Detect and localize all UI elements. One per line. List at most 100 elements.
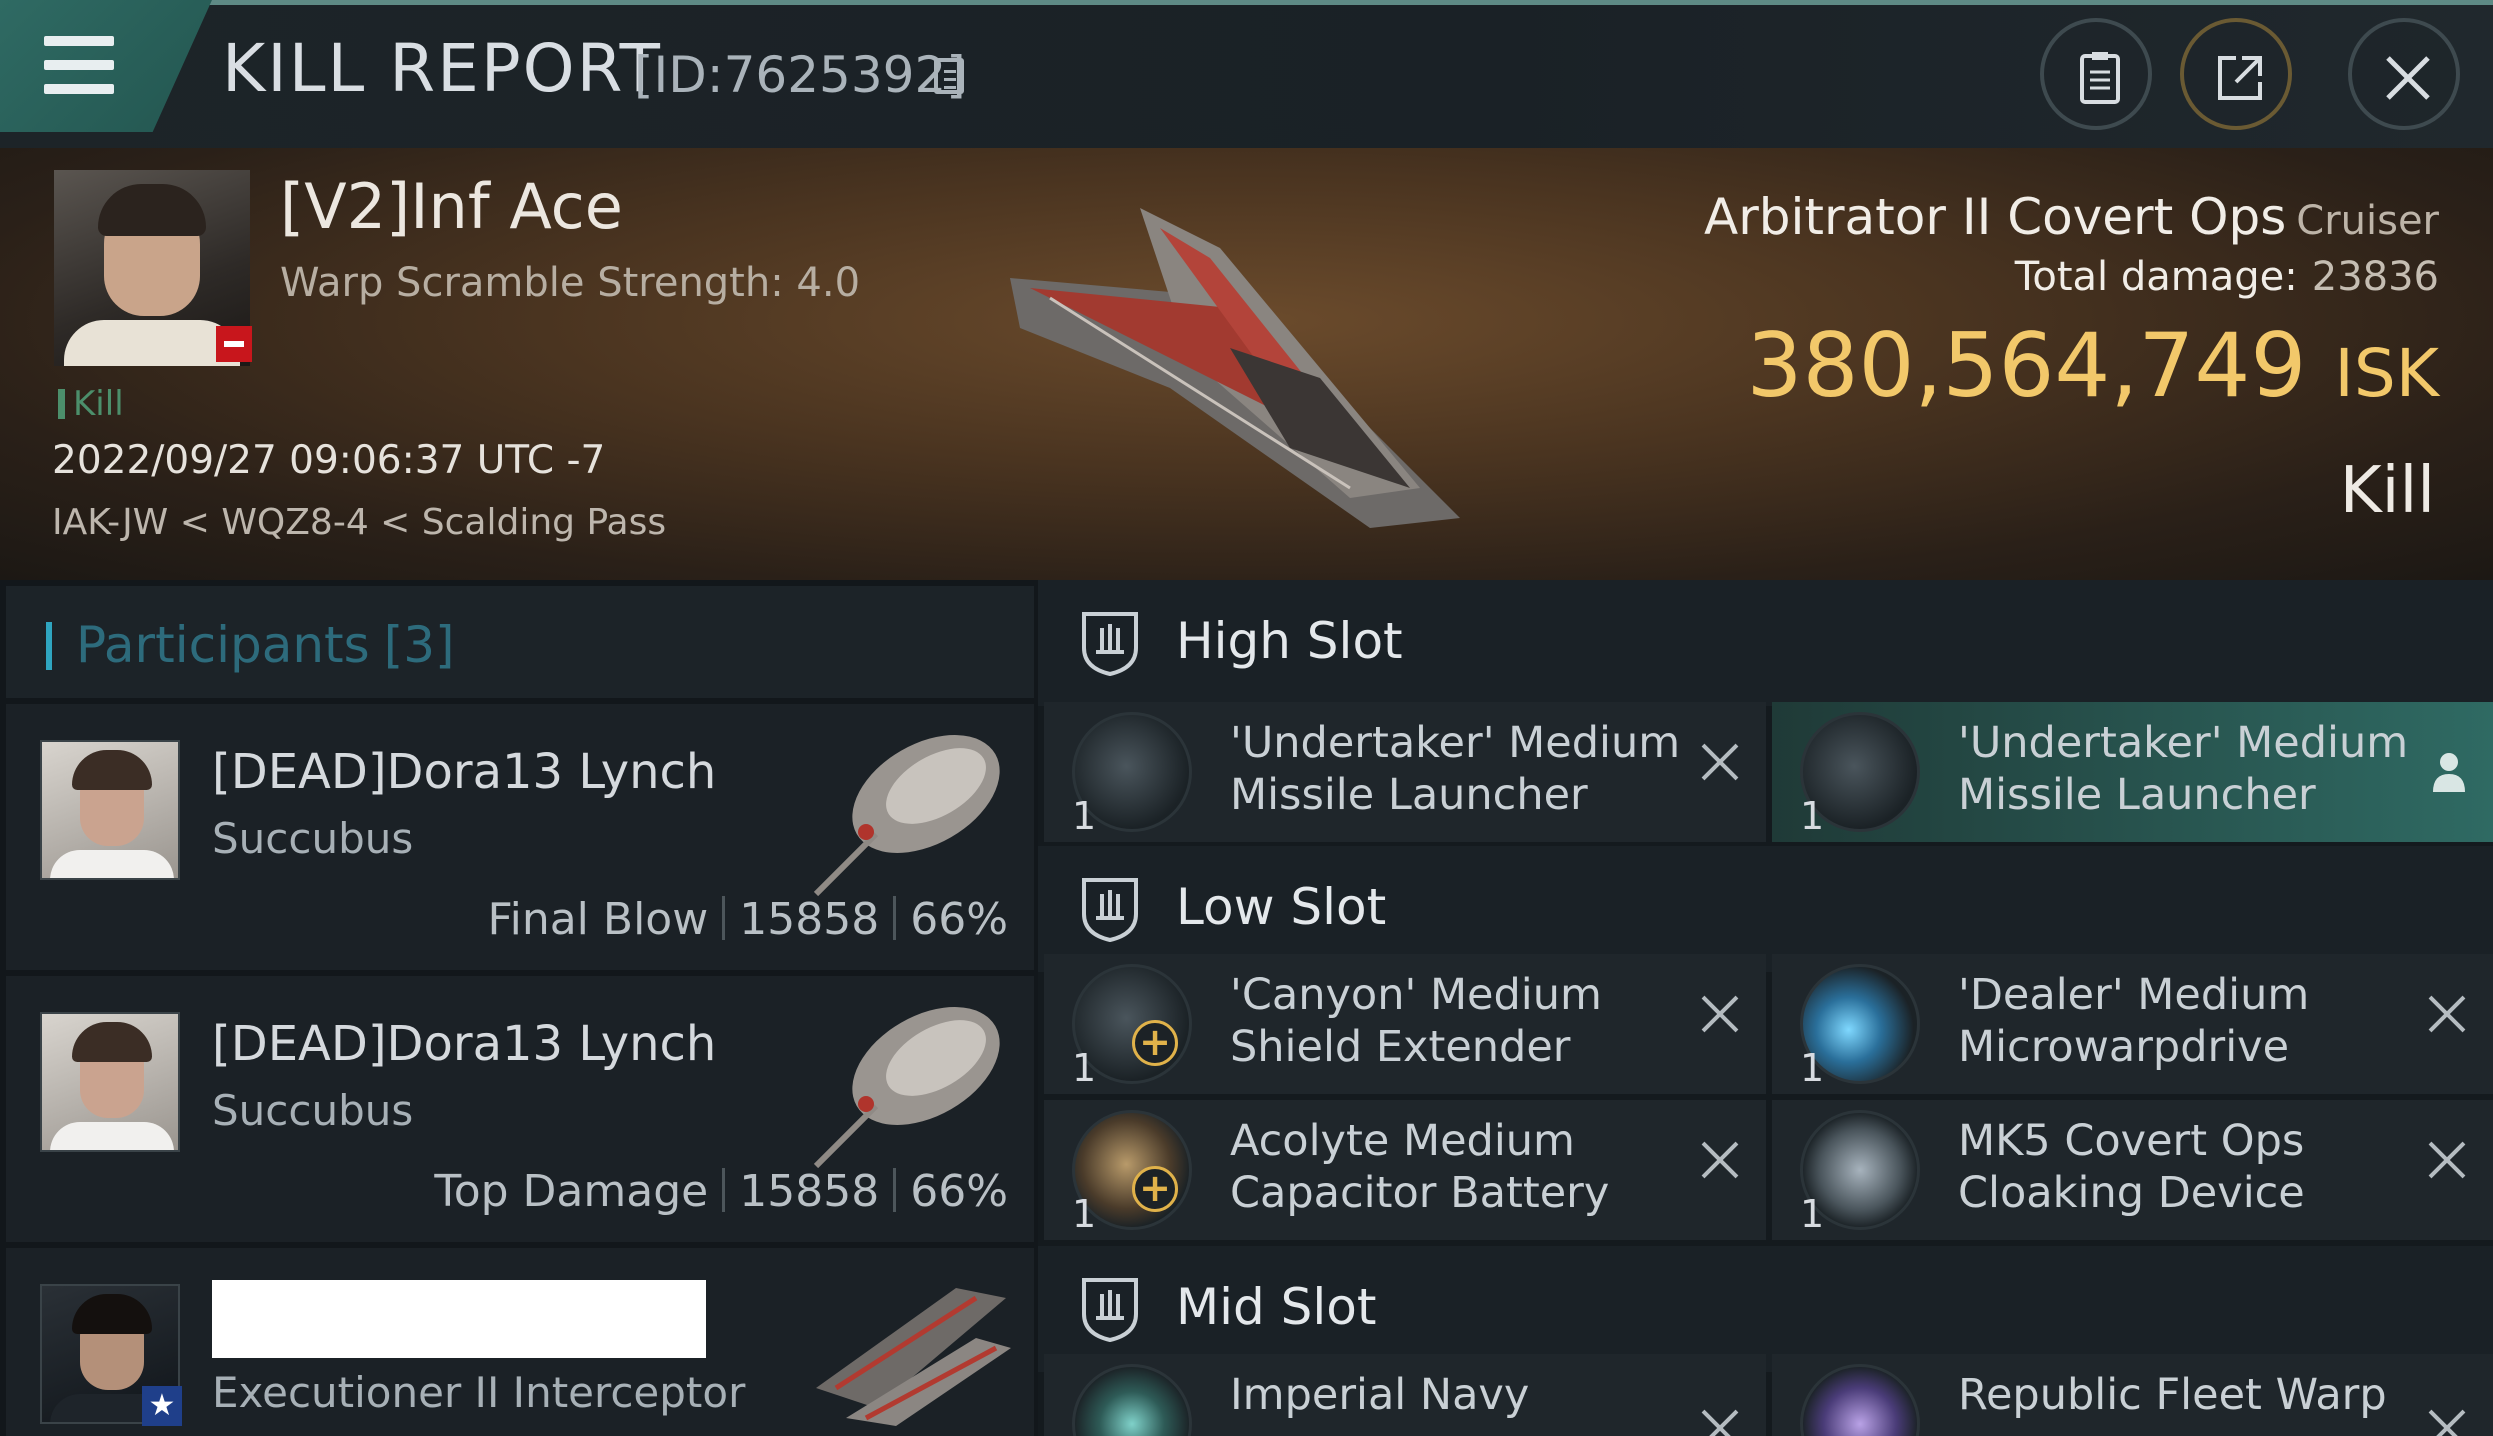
mid-slot-title: Mid Slot xyxy=(1176,1278,1377,1336)
kill-timestamp: 2022/09/27 09:06:37 UTC -7 xyxy=(52,438,606,483)
low-slot-icon xyxy=(1082,878,1138,943)
plus-badge-icon: + xyxy=(1132,1020,1178,1066)
participant-ship: Executioner II Interceptor xyxy=(212,1368,746,1417)
participant-stats: Top Damage 15858 66% xyxy=(434,1166,1008,1217)
destroyed-x-icon xyxy=(2427,994,2467,1034)
participant-role: Final Blow xyxy=(487,894,709,945)
participants-header: Participants [3] xyxy=(6,586,1034,698)
clipboard-button[interactable] xyxy=(2040,18,2152,130)
isk-value-line: 380,564,749 ISK xyxy=(1747,314,2439,417)
module-item[interactable]: + 1 Acolyte Medium Capacitor Battery xyxy=(1044,1100,1766,1240)
low-slot-title: Low Slot xyxy=(1176,878,1387,936)
high-slot-header: High Slot xyxy=(1038,580,2493,706)
header-bar: KILL REPORT [ID:7625392] xyxy=(0,0,2493,148)
participant-avatar[interactable] xyxy=(40,740,180,880)
destroyed-x-icon xyxy=(2427,1140,2467,1180)
page-title: KILL REPORT xyxy=(222,30,662,107)
star-badge-icon: ★ xyxy=(142,1386,182,1426)
kill-tag: Kill xyxy=(58,384,124,424)
destroyed-x-icon xyxy=(2427,1408,2467,1436)
total-damage-value: 23836 xyxy=(2311,254,2439,300)
module-name-line1: 'Undertaker' Medium xyxy=(1230,718,1681,768)
menu-button[interactable] xyxy=(0,0,212,132)
participant-ship-image xyxy=(816,1288,1011,1426)
module-quantity: 1 xyxy=(1072,794,1097,838)
module-item-selected[interactable]: 1 'Undertaker' Medium Missile Launcher xyxy=(1772,702,2493,842)
mid-slot-icon xyxy=(1082,1278,1138,1343)
participants-count: [3] xyxy=(383,616,455,674)
participant-ship-image xyxy=(813,1007,1000,1169)
destroyed-x-icon xyxy=(1700,994,1740,1034)
kill-location: IAK-JW < WQZ8-4 < Scalding Pass xyxy=(52,502,667,543)
victim-ship-line: Arbitrator II Covert Ops Cruiser xyxy=(1704,188,2439,246)
total-damage-line: Total damage: 23836 xyxy=(2015,254,2439,300)
module-item[interactable]: Republic Fleet Warp xyxy=(1772,1354,2493,1436)
participant-avatar[interactable] xyxy=(40,1012,180,1152)
participant-damage: 15858 xyxy=(739,894,880,945)
destroyed-x-icon xyxy=(1700,1140,1740,1180)
participant-name: [DEAD]Dora13 Lynch xyxy=(212,744,717,800)
module-name-line1: 'Undertaker' Medium xyxy=(1958,718,2409,768)
negative-standing-icon xyxy=(216,326,252,362)
module-quantity: 1 xyxy=(1072,1046,1097,1090)
module-name-line1: Imperial Navy xyxy=(1230,1370,1530,1420)
module-name-line1: Republic Fleet Warp xyxy=(1958,1370,2387,1420)
module-name-line2: Missile Launcher xyxy=(1230,770,1588,820)
high-slot-title: High Slot xyxy=(1176,612,1403,670)
module-quantity: 1 xyxy=(1800,1192,1825,1236)
participant-card[interactable]: ★ Executioner II Interceptor xyxy=(6,1248,1034,1436)
module-name-line2: Microwarpdrive xyxy=(1958,1022,2290,1072)
destroyed-x-icon xyxy=(1700,1408,1740,1436)
person-icon xyxy=(2433,753,2465,792)
module-quantity: 1 xyxy=(1800,794,1825,838)
copy-id-icon[interactable] xyxy=(934,58,964,94)
participant-name: [DEAD]Dora13 Lynch xyxy=(212,1016,717,1072)
share-button[interactable] xyxy=(2180,18,2292,130)
participant-ship: Succubus xyxy=(212,1086,414,1135)
participants-title: Participants [3] xyxy=(76,616,455,674)
module-name-line1: Acolyte Medium xyxy=(1230,1116,1575,1166)
plus-badge-icon: + xyxy=(1132,1166,1178,1212)
result-label: Kill xyxy=(2339,454,2435,528)
participant-card[interactable]: [DEAD]Dora13 Lynch Succubus Final Blow 15… xyxy=(6,704,1034,970)
module-item[interactable]: 1 MK5 Covert Ops Cloaking Device xyxy=(1772,1100,2493,1240)
victim-ship-image xyxy=(1010,208,1460,528)
module-name-line1: 'Dealer' Medium xyxy=(1958,970,2310,1020)
total-damage-label: Total damage: xyxy=(2014,254,2298,300)
module-item[interactable]: 1 'Dealer' Medium Microwarpdrive xyxy=(1772,954,2493,1094)
isk-value: 380,564,749 xyxy=(1746,314,2307,417)
participant-damage: 15858 xyxy=(739,1166,880,1217)
close-icon xyxy=(2386,56,2430,100)
participant-ship-image xyxy=(813,735,1000,897)
module-name-line2: Missile Launcher xyxy=(1958,770,2316,820)
report-id: [ID:7625392] xyxy=(634,46,966,104)
participant-percent: 66% xyxy=(910,894,1008,945)
victim-name[interactable]: [V2]Inf Ace xyxy=(280,170,623,243)
redacted-participant-name xyxy=(212,1280,706,1358)
participant-card[interactable]: [DEAD]Dora13 Lynch Succubus Top Damage 15… xyxy=(6,976,1034,1242)
module-name-line2: Capacitor Battery xyxy=(1230,1168,1610,1218)
high-slot-icon xyxy=(1082,612,1138,677)
module-quantity: 1 xyxy=(1800,1046,1825,1090)
participants-panel: Participants [3] [DEAD]Dora13 Lynch Succu… xyxy=(0,580,1038,1436)
module-quantity: 1 xyxy=(1072,1192,1097,1236)
victim-banner: [V2]Inf Ace Warp Scramble Strength: 4.0 … xyxy=(0,148,2493,580)
destroyed-x-icon xyxy=(1700,742,1740,782)
module-name-line1: 'Canyon' Medium xyxy=(1230,970,1602,1020)
module-name-line1: MK5 Covert Ops xyxy=(1958,1116,2305,1166)
participant-percent: 66% xyxy=(910,1166,1008,1217)
close-button[interactable] xyxy=(2348,18,2460,130)
victim-ship-class: Cruiser xyxy=(2296,198,2439,244)
warp-module-icon xyxy=(1800,1364,1920,1436)
clipboard-icon xyxy=(2080,52,2120,104)
isk-unit: ISK xyxy=(2334,335,2439,412)
module-item[interactable]: + 1 'Canyon' Medium Shield Extender xyxy=(1044,954,1766,1094)
participant-ship: Succubus xyxy=(212,814,414,863)
participant-stats: Final Blow 15858 66% xyxy=(488,894,1009,945)
participant-role: Top Damage xyxy=(434,1166,709,1217)
victim-ship-name[interactable]: Arbitrator II Covert Ops xyxy=(1704,188,2286,246)
module-item[interactable]: Imperial Navy xyxy=(1044,1354,1766,1436)
share-icon xyxy=(2218,56,2262,100)
module-name-line2: Cloaking Device xyxy=(1958,1168,2305,1218)
module-item[interactable]: 1 'Undertaker' Medium Missile Launcher xyxy=(1044,702,1766,842)
